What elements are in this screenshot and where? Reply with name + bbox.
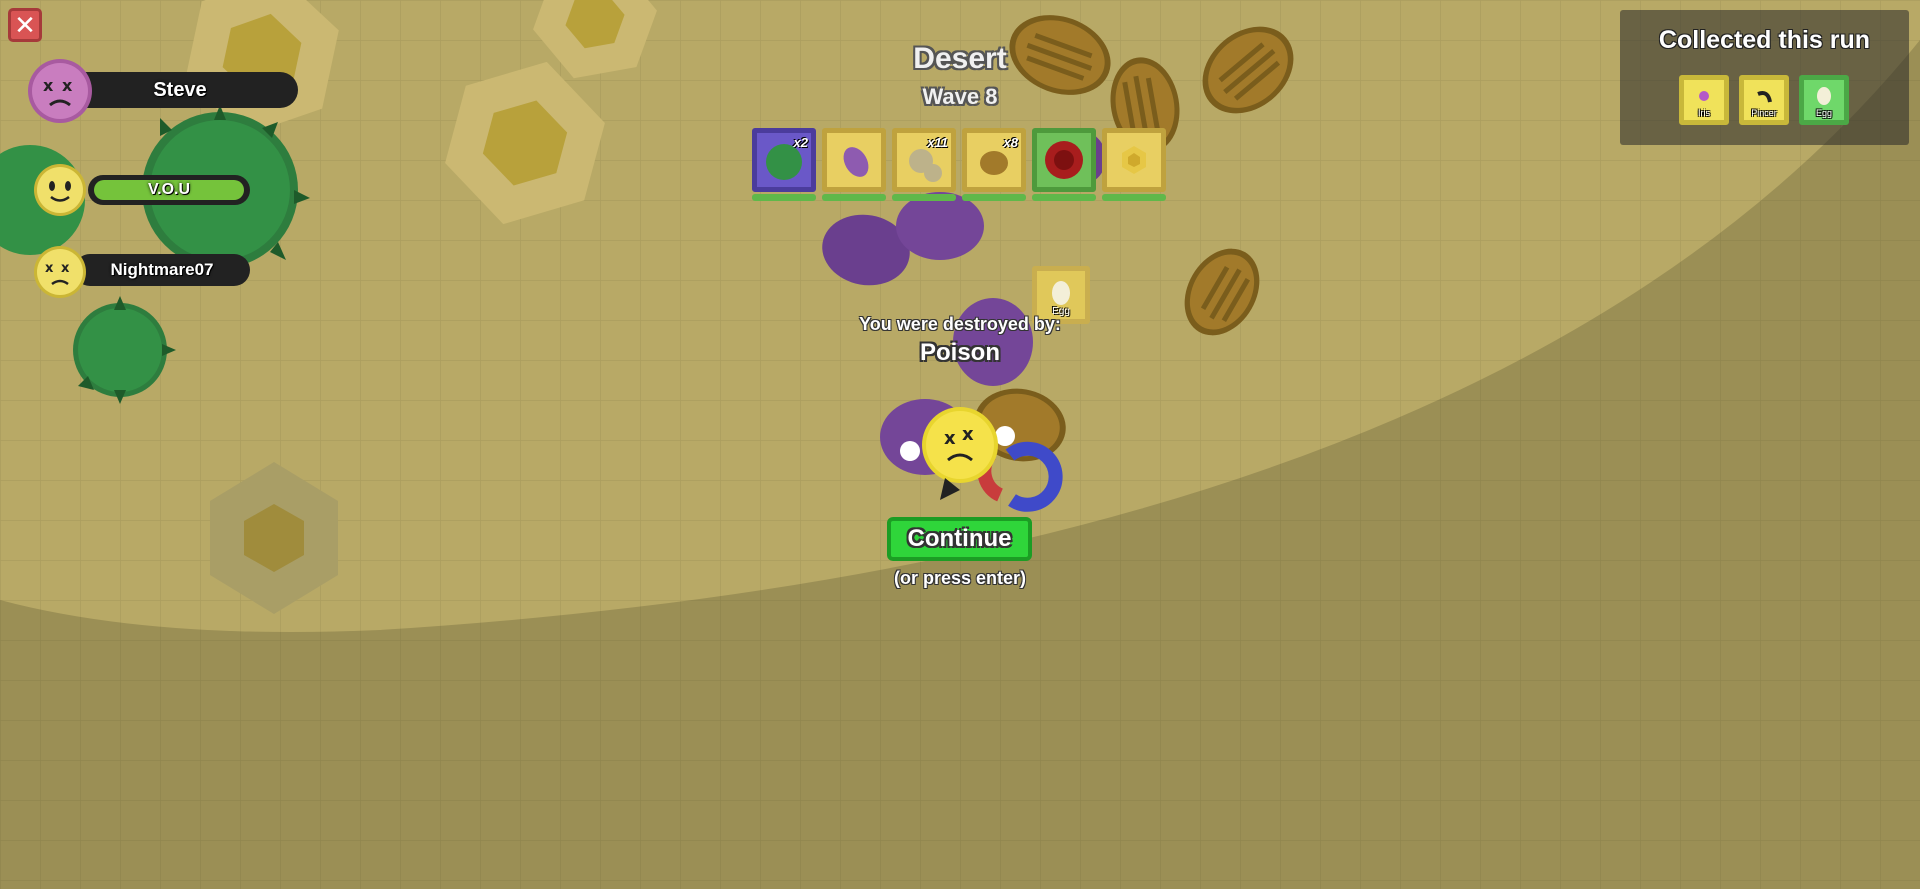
petal-count: x8 (1003, 135, 1018, 150)
loadout-slot (1032, 128, 1096, 192)
svg-text:x: x (944, 428, 956, 449)
svg-text:x: x (962, 424, 974, 445)
loadout-slot (1102, 128, 1166, 192)
loadout-slot: x11 (892, 128, 956, 192)
svg-text:x: x (45, 261, 54, 276)
player-name: V.O.U (147, 181, 191, 198)
killer-name: Poison (919, 339, 1000, 366)
collected-item-label: Egg (1815, 108, 1832, 118)
rose-petal-icon (1045, 141, 1083, 179)
petal-count: x11 (927, 135, 948, 150)
honey-petal-icon (1122, 146, 1146, 174)
collected-item-label: Iris (1698, 108, 1710, 118)
continue-button[interactable]: Continue (887, 517, 1032, 561)
player-name: Nightmare07 (110, 260, 214, 279)
continue-hint: (or press enter) (893, 568, 1027, 588)
collected-title: Collected this run (1658, 26, 1871, 54)
loadout-slot: x2 (752, 128, 816, 192)
close-button[interactable]: ✕ (8, 8, 42, 42)
flower-face-icon (34, 164, 86, 216)
loadout-slot: x8 (962, 128, 1026, 192)
loadout-slot (822, 128, 886, 192)
collected-item[interactable]: Iris (1679, 75, 1729, 125)
svg-text:x: x (61, 261, 70, 276)
player-health-bar: V.O.U (88, 175, 250, 205)
player-name-bar: Nightmare07 (74, 254, 250, 286)
dead-face-icon: x x (34, 246, 86, 298)
collected-item[interactable]: Pincer (1739, 75, 1789, 125)
collected-item[interactable]: Egg (1799, 75, 1849, 125)
close-icon: ✕ (14, 10, 36, 40)
collected-panel: Collected this run Iris Pincer Egg (1620, 10, 1909, 145)
petal-count: x2 (793, 135, 808, 150)
beetle-petal-icon (843, 147, 869, 177)
collected-item-label: Pincer (1751, 108, 1777, 118)
death-message: You were destroyed by: (859, 314, 1061, 334)
